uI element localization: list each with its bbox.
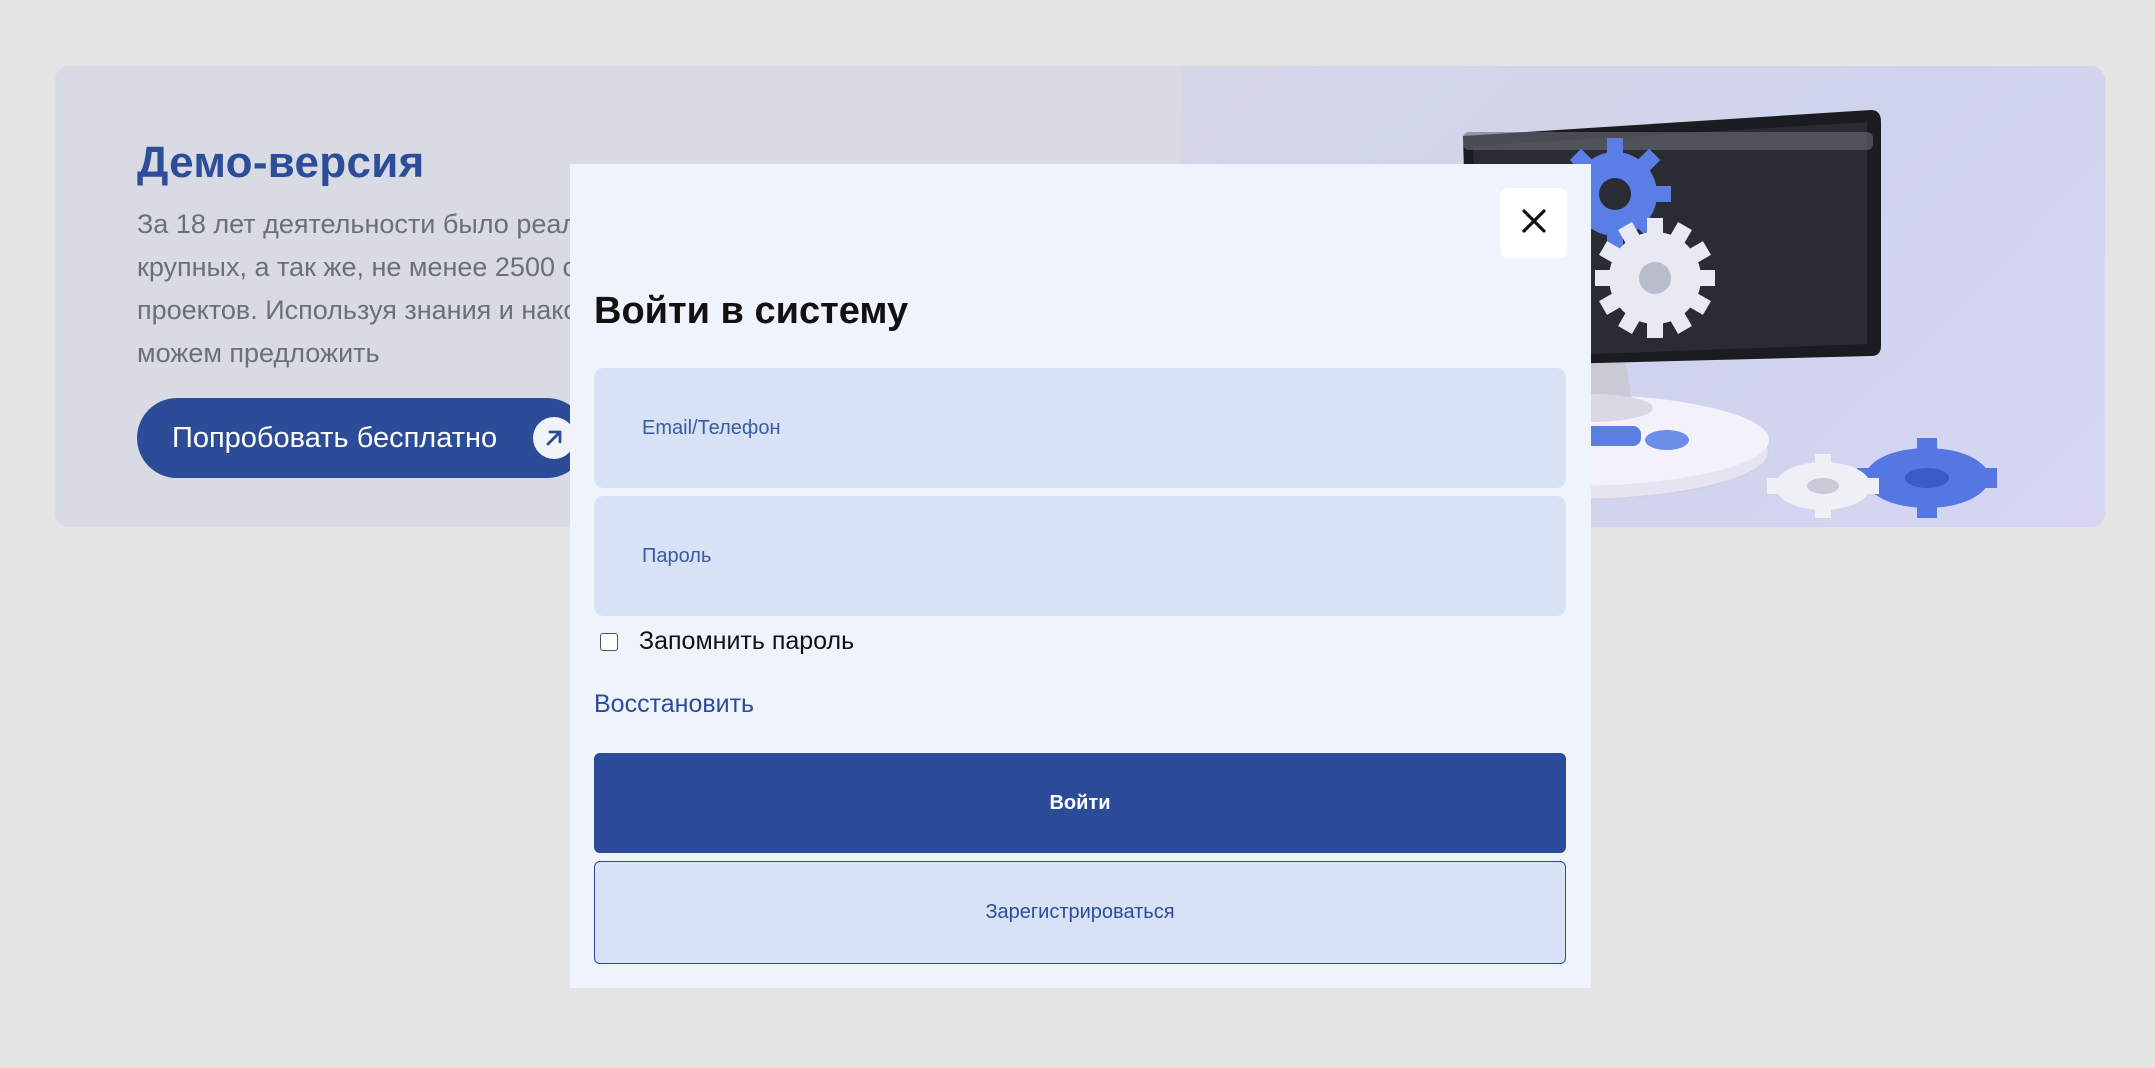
close-button[interactable] (1500, 188, 1567, 258)
close-icon (1521, 208, 1547, 239)
register-button[interactable]: Зарегистрироваться (594, 861, 1566, 964)
page: Демо-версия За 18 лет деятельности было … (0, 0, 2155, 1068)
remember-password-checkbox[interactable] (600, 632, 618, 651)
restore-password-link[interactable]: Восстановить (594, 690, 754, 719)
remember-password-label: Запомнить пароль (639, 627, 855, 655)
login-modal: Войти в систему Запомнить пароль Восстан… (570, 164, 1591, 988)
remember-password-row: Запомнить пароль (600, 627, 854, 656)
try-free-button[interactable]: Попробовать бесплатно (137, 398, 587, 478)
login-button[interactable]: Войти (594, 753, 1566, 853)
login-title: Войти в систему (594, 290, 909, 332)
password-input[interactable] (594, 496, 1566, 616)
demo-title: Демо-версия (137, 138, 425, 187)
try-free-button-label: Попробовать бесплатно (172, 421, 498, 454)
arrow-up-right-icon (533, 417, 575, 459)
email-phone-input[interactable] (594, 368, 1566, 488)
